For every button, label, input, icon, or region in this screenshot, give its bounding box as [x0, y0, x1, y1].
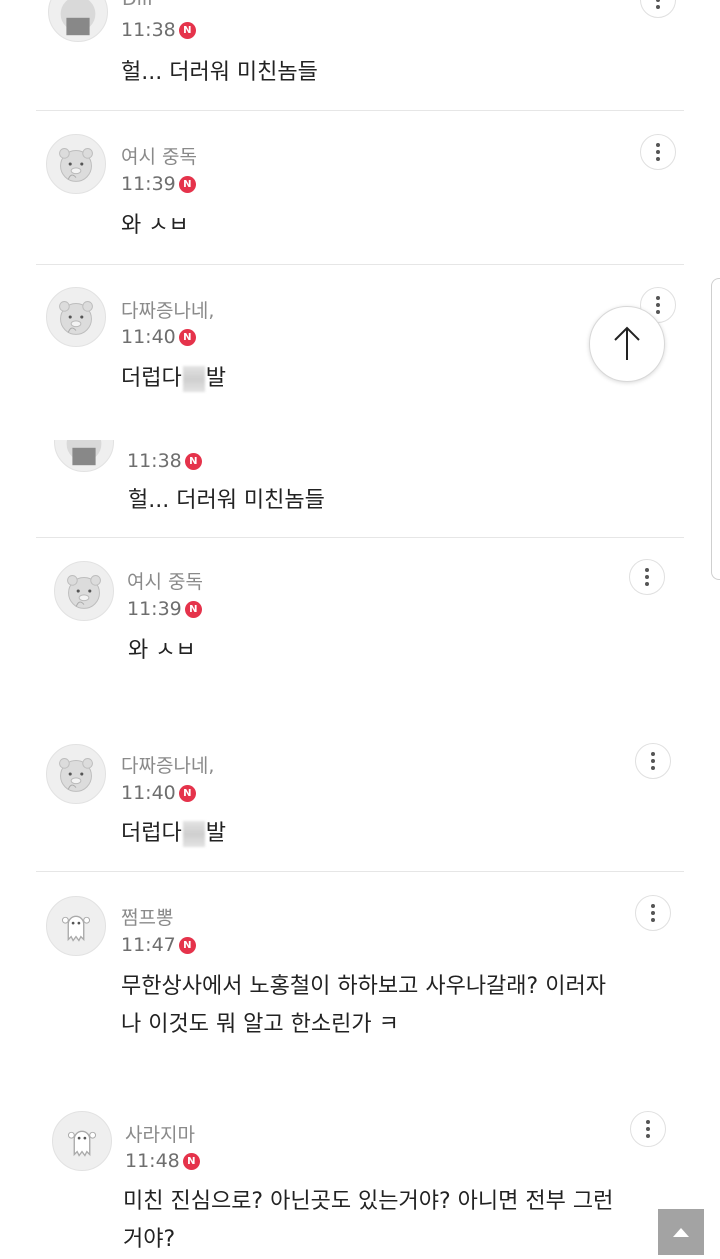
edge-panel-handle[interactable]: [711, 278, 720, 580]
ryan-character-icon: [59, 148, 93, 182]
comment-body: 무한상사에서 노홍철이 하하보고 사우나갈래? 이러자 나 이것도 뭐 알고 한…: [121, 968, 606, 1044]
ghost-character-icon: [61, 915, 91, 942]
avatar[interactable]: [46, 744, 106, 804]
time-text: 11:39: [121, 173, 176, 195]
new-badge: N: [182, 1152, 200, 1170]
avatar-character-icon: [60, 0, 96, 36]
avatar[interactable]: [46, 287, 106, 347]
new-badge: N: [184, 452, 202, 470]
new-badge: N: [178, 328, 196, 346]
censor-blur: [182, 366, 205, 392]
more-vertical-icon: [645, 568, 649, 586]
more-options-button[interactable]: [635, 895, 671, 931]
ghost-character-icon: [67, 1130, 97, 1157]
more-options-button[interactable]: [629, 559, 665, 595]
avatar-character-icon: [66, 440, 102, 466]
comment-author: Dlil: [122, 0, 152, 10]
avatar[interactable]: [54, 561, 114, 621]
body-line: 거야?: [123, 1227, 176, 1252]
new-badge: N: [178, 784, 196, 802]
comment-body: 와 ㅅㅂ: [121, 213, 189, 238]
more-vertical-icon: [656, 296, 660, 314]
divider: [36, 871, 684, 872]
avatar[interactable]: [46, 896, 106, 956]
new-badge: N: [178, 21, 196, 39]
comment-body: 헐... 더러워 미친놈들: [121, 60, 318, 85]
caret-up-icon: [673, 1228, 689, 1237]
time-text: 11:40: [121, 782, 176, 804]
comment-time: 11:40 N: [121, 326, 196, 348]
more-vertical-icon: [656, 143, 660, 161]
comment-author: 여시 중독: [121, 146, 197, 168]
comment-time: 11:40 N: [121, 782, 196, 804]
comment-time: 11:47 N: [121, 934, 196, 956]
scroll-up-button[interactable]: [589, 306, 665, 382]
more-vertical-icon: [651, 752, 655, 770]
ryan-character-icon: [59, 758, 93, 792]
comment-time: 11:38 N: [127, 450, 202, 472]
back-to-top-button[interactable]: [658, 1209, 704, 1255]
comment-author: 사라지마: [125, 1124, 195, 1146]
divider: [36, 110, 684, 111]
comment-author: 다짜증나네,: [121, 300, 215, 322]
more-options-button[interactable]: [630, 1111, 666, 1147]
time-text: 11:38: [127, 450, 182, 472]
new-badge: N: [184, 600, 202, 618]
comment-body: 미친 진심으로? 아닌곳도 있는거야? 아니면 전부 그런 거야?: [123, 1183, 613, 1259]
new-badge: N: [178, 175, 196, 193]
comment-time: 11:39 N: [121, 173, 196, 195]
time-text: 11:48: [125, 1150, 180, 1172]
time-text: 11:38: [121, 19, 176, 41]
time-text: 11:47: [121, 934, 176, 956]
comment-body: 더럽다 발: [121, 815, 226, 853]
more-vertical-icon: [646, 1120, 650, 1138]
avatar[interactable]: [52, 1111, 112, 1171]
ryan-character-icon: [59, 301, 93, 335]
more-vertical-icon: [656, 0, 660, 9]
avatar[interactable]: [48, 0, 108, 42]
more-options-button[interactable]: [635, 743, 671, 779]
comment-body: 더럽다 발: [121, 360, 226, 398]
more-options-button[interactable]: [640, 0, 676, 18]
avatar[interactable]: [46, 134, 106, 194]
comment-body: 헐... 더러워 미친놈들: [128, 488, 325, 513]
arrow-up-icon: [614, 326, 640, 360]
new-badge: N: [178, 936, 196, 954]
body-line: 미친 진심으로? 아닌곳도 있는거야? 아니면 전부 그런: [123, 1189, 614, 1214]
divider: [36, 537, 684, 538]
more-options-button[interactable]: [640, 134, 676, 170]
ryan-character-icon: [67, 575, 101, 609]
comment-author: 쩜프뽕: [121, 907, 174, 929]
body-text: 발: [205, 366, 226, 391]
comment-time: 11:48 N: [125, 1150, 200, 1172]
comment-author: 여시 중독: [127, 571, 203, 593]
avatar[interactable]: [54, 440, 114, 472]
time-text: 11:40: [121, 326, 176, 348]
body-text: 발: [205, 821, 226, 846]
body-line: 나 이것도 뭐 알고 한소린가 ㅋ: [121, 1012, 399, 1037]
body-text: 더럽다: [121, 821, 182, 846]
body-text: 더럽다: [121, 366, 182, 391]
comment-time: 11:39 N: [127, 598, 202, 620]
divider: [36, 264, 684, 265]
time-text: 11:39: [127, 598, 182, 620]
comment-body: 와 ㅅㅂ: [128, 638, 196, 663]
comment-time: 11:38 N: [121, 19, 196, 41]
more-vertical-icon: [651, 904, 655, 922]
body-line: 무한상사에서 노홍철이 하하보고 사우나갈래? 이러자: [121, 974, 606, 999]
censor-blur: [182, 821, 205, 847]
comment-author: 다짜증나네,: [121, 755, 215, 777]
